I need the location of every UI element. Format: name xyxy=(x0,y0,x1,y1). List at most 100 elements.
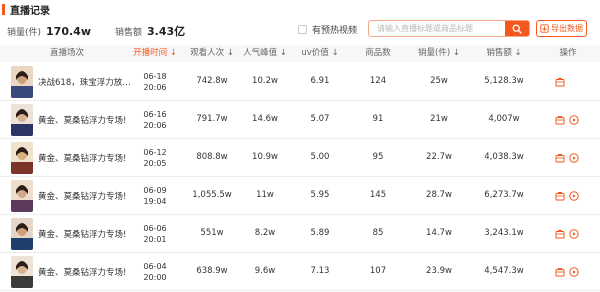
search-button[interactable] xyxy=(505,21,529,36)
play-icon[interactable] xyxy=(569,115,579,125)
viewers-cell: 742.8w xyxy=(196,76,228,86)
start-time: 06-12 20:05 xyxy=(137,147,173,169)
start-clock: 20:00 xyxy=(143,273,167,282)
viewers-cell: 1,055.5w xyxy=(192,190,232,200)
product-icon[interactable] xyxy=(555,191,565,201)
sales-cell: 28.7w xyxy=(426,190,452,200)
summary-stats: 销量(件) 170.4w 销售额 3.43亿 xyxy=(7,22,185,40)
product-icon[interactable] xyxy=(555,77,565,87)
search-input[interactable] xyxy=(369,21,505,36)
peak-cell: 8.2w xyxy=(254,228,276,238)
viewers-cell: 638.9w xyxy=(196,266,228,276)
uv-cell: 5.95 xyxy=(310,190,330,200)
goods-cell: 107 xyxy=(369,266,387,276)
goods-cell: 124 xyxy=(369,76,387,86)
product-icon[interactable] xyxy=(555,115,565,125)
start-clock: 20:01 xyxy=(143,235,167,244)
live-thumbnail[interactable] xyxy=(11,142,33,174)
uv-cell: 5.07 xyxy=(310,114,330,124)
sales-amount-value: 3.43亿 xyxy=(147,25,186,38)
peak-cell: 10.9w xyxy=(252,152,278,162)
start-time: 06-06 20:01 xyxy=(137,223,173,245)
peak-cell: 10.2w xyxy=(252,76,278,86)
uv-cell: 5.89 xyxy=(310,228,330,238)
section-header: 直播记录 xyxy=(0,0,50,18)
start-time: 06-04 20:00 xyxy=(137,261,173,283)
column-header-start-time[interactable]: 开播时间 ↓ xyxy=(130,45,180,62)
sales-count-value: 170.4w xyxy=(46,24,91,38)
product-icon[interactable] xyxy=(555,267,565,277)
peak-cell: 14.6w xyxy=(252,114,278,124)
live-title[interactable]: 黄金、莫桑钻浮力专场! xyxy=(38,190,126,202)
uv-cell: 6.91 xyxy=(310,76,330,86)
export-label: 导出数据 xyxy=(551,24,583,33)
product-icon[interactable] xyxy=(555,153,565,163)
sales-count-label: 销量(件) xyxy=(7,27,42,38)
start-date: 06-12 xyxy=(143,148,167,157)
column-header-session: 直播场次 xyxy=(49,48,84,58)
live-title[interactable]: 黄金、莫桑钻浮力专场! xyxy=(38,114,126,126)
sales-cell: 25w xyxy=(430,76,448,86)
sales-amount-label: 销售额 xyxy=(115,27,143,38)
goods-cell: 91 xyxy=(372,114,384,124)
title-accent-bar xyxy=(2,3,5,15)
column-header-viewers[interactable]: 观看人次 ↓ xyxy=(187,45,237,62)
live-thumbnail[interactable] xyxy=(11,218,33,250)
play-icon[interactable] xyxy=(569,229,579,239)
column-header-goods: 商品数 xyxy=(365,48,391,58)
peak-cell: 11w xyxy=(256,190,274,200)
search-icon xyxy=(512,24,522,34)
start-time: 06-16 20:06 xyxy=(137,109,173,131)
amount-cell: 6,273.7w xyxy=(484,190,524,200)
live-thumbnail[interactable] xyxy=(11,66,33,98)
viewers-cell: 791.7w xyxy=(196,114,228,124)
column-header-sales[interactable]: 销量(件) ↓ xyxy=(412,45,466,62)
start-date: 06-09 xyxy=(143,186,167,195)
live-thumbnail[interactable] xyxy=(11,104,33,136)
uv-cell: 5.00 xyxy=(310,152,330,162)
warmup-video-filter[interactable]: 有预热视频 xyxy=(298,23,357,36)
viewers-cell: 551w xyxy=(200,228,224,238)
warmup-checkbox[interactable] xyxy=(298,25,307,34)
play-icon[interactable] xyxy=(569,267,579,277)
start-time: 06-18 20:06 xyxy=(137,71,173,93)
live-title[interactable]: 黄金、莫桑钻浮力专场! xyxy=(38,266,126,278)
start-clock: 19:04 xyxy=(143,197,167,206)
export-button[interactable]: 导出数据 xyxy=(536,20,587,37)
start-clock: 20:06 xyxy=(143,121,167,130)
start-date: 06-04 xyxy=(143,262,167,271)
table-row[interactable]: 黄金、莫桑钻浮力专场! 06-09 19:04 1,055.5w 11w 5.95 145 2… xyxy=(0,177,600,215)
live-thumbnail[interactable] xyxy=(11,180,33,212)
page-title: 直播记录 xyxy=(10,5,50,17)
search-box xyxy=(368,20,530,37)
live-thumbnail[interactable] xyxy=(11,256,33,288)
live-title[interactable]: 决战618，珠宝浮力放… xyxy=(38,76,131,88)
start-time: 06-09 19:04 xyxy=(137,185,173,207)
table-row[interactable]: 黄金、莫桑钻浮力专场! 06-06 20:01 551w 8.2w 5.89 85 14.7w… xyxy=(0,215,600,253)
goods-cell: 85 xyxy=(372,228,384,238)
table-header: 直播场次 开播时间 ↓ 观看人次 ↓ 人气峰值 ↓ uv价值 ↓ 商品数 销量(… xyxy=(0,45,600,62)
amount-cell: 4,547.3w xyxy=(484,266,524,276)
start-date: 06-16 xyxy=(143,110,167,119)
column-header-actions: 操作 xyxy=(559,48,577,58)
product-icon[interactable] xyxy=(555,229,565,239)
play-icon[interactable] xyxy=(569,153,579,163)
table-row[interactable]: 决战618，珠宝浮力放… 06-18 20:06 742.8w 10.2w 6.91 124… xyxy=(0,63,600,101)
play-icon[interactable] xyxy=(569,191,579,201)
column-header-amount[interactable]: 销售额 ↓ xyxy=(476,45,532,62)
goods-cell: 145 xyxy=(369,190,387,200)
column-header-peak[interactable]: 人气峰值 ↓ xyxy=(240,45,290,62)
live-title[interactable]: 黄金、莫桑钻浮力专场! xyxy=(38,152,126,164)
uv-cell: 7.13 xyxy=(310,266,330,276)
table-row[interactable]: 黄金、莫桑钻浮力专场! 06-16 20:06 791.7w 14.6w 5.07 91 21… xyxy=(0,101,600,139)
column-header-uv[interactable]: uv价值 ↓ xyxy=(300,45,340,62)
start-clock: 20:06 xyxy=(143,83,167,92)
start-clock: 20:05 xyxy=(143,159,167,168)
goods-cell: 95 xyxy=(372,152,384,162)
table-row[interactable]: 黄金、莫桑钻浮力专场! 06-04 20:00 638.9w 9.6w 7.13 107 23… xyxy=(0,253,600,291)
start-date: 06-06 xyxy=(143,224,167,233)
sales-cell: 22.7w xyxy=(426,152,452,162)
amount-cell: 5,128.3w xyxy=(484,76,524,86)
live-title[interactable]: 黄金、莫桑钻浮力专场! xyxy=(38,228,126,240)
table-row[interactable]: 黄金、莫桑钻浮力专场! 06-12 20:05 808.8w 10.9w 5.00 95 22… xyxy=(0,139,600,177)
